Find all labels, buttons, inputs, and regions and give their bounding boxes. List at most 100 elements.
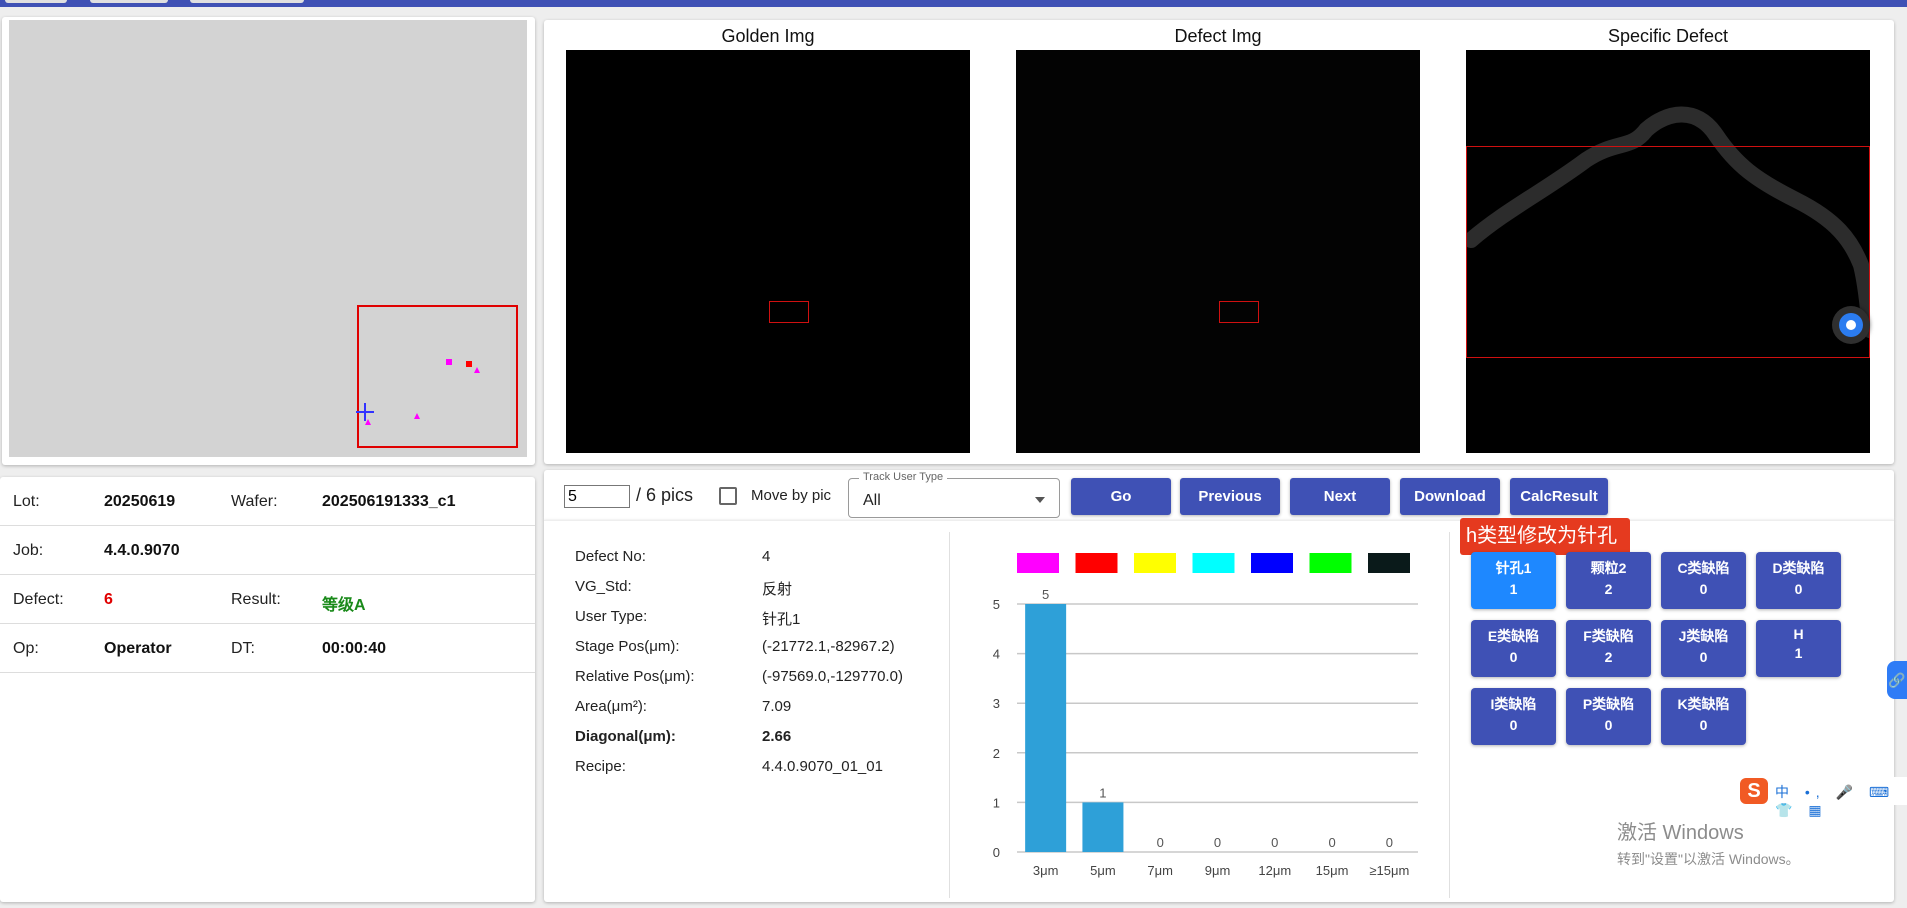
result-label: Result:	[231, 591, 281, 608]
info-row-lot: Lot: 20250619 Wafer: 202506191333_c1	[0, 477, 535, 526]
defect-type-button[interactable]: D类缺陷 0	[1756, 552, 1841, 609]
y-tick-label: 2	[993, 746, 1000, 761]
detail-label: Diagonal(μm):	[575, 728, 676, 745]
detail-label: Recipe:	[575, 758, 626, 775]
wafer-map-panel	[2, 17, 535, 465]
legend-swatch	[1368, 553, 1410, 573]
legend-swatch	[1134, 553, 1176, 573]
move-by-pic-checkbox[interactable]	[719, 487, 737, 505]
detail-label: Stage Pos(μm):	[575, 638, 680, 655]
detail-label: Area(μm²):	[575, 698, 647, 715]
link-side-icon[interactable]: 🔗	[1887, 661, 1907, 699]
y-tick-label: 1	[993, 795, 1000, 810]
defect-type-count: 0	[1794, 581, 1803, 597]
detail-label: VG_Std:	[575, 578, 632, 595]
defect-type-button[interactable]: K类缺陷 0	[1661, 688, 1746, 745]
bar-value-label: 5	[1042, 587, 1049, 602]
defect-type-count: 0	[1509, 717, 1518, 733]
defect-type-count: 2	[1604, 581, 1613, 597]
type-change-tooltip: h类型修改为针孔	[1460, 518, 1630, 555]
defect-type-button[interactable]: J类缺陷 0	[1661, 620, 1746, 677]
wafer-label: Wafer:	[231, 493, 278, 510]
defect-image[interactable]	[1016, 50, 1420, 453]
defect-type-count: 0	[1604, 717, 1613, 733]
detail-value: (-21772.1,-82967.2)	[762, 638, 895, 655]
next-button[interactable]: Next	[1290, 478, 1390, 515]
golden-roi-box	[769, 301, 809, 323]
defect-type-button[interactable]: I类缺陷 0	[1471, 688, 1556, 745]
lot-label: Lot:	[13, 493, 40, 510]
result-value: 等级A	[322, 597, 366, 614]
top-tab-1[interactable]	[5, 0, 67, 3]
detail-value: 2.66	[762, 728, 792, 745]
specific-defect-title: Specific Defect	[1607, 26, 1729, 46]
defect-type-count: 2	[1604, 649, 1613, 665]
download-button[interactable]: Download	[1400, 478, 1500, 515]
defect-type-count: 1	[1509, 581, 1518, 597]
bar-value-label: 0	[1386, 835, 1393, 850]
golden-img-title: Golden Img	[721, 26, 815, 46]
windows-activation-watermark: 激活 Windows 转到"设置"以激活 Windows。	[1617, 816, 1800, 869]
pic-index-input[interactable]	[564, 485, 630, 508]
wafer-map[interactable]	[9, 20, 527, 457]
defect-type-button[interactable]: F类缺陷 2	[1566, 620, 1651, 677]
bar	[1082, 802, 1124, 852]
ime-toolbar[interactable]: S 中 •, 🎤 ⌨ 👕 ▦	[1733, 777, 1907, 818]
detail-label: Relative Pos(μm):	[575, 668, 695, 685]
defect-type-name: H	[1793, 626, 1804, 642]
calcresult-button[interactable]: CalcResult	[1510, 478, 1608, 515]
bar-value-label: 0	[1157, 835, 1164, 850]
defect-type-name: J类缺陷	[1678, 628, 1729, 644]
legend-swatch	[1075, 553, 1118, 573]
go-button[interactable]: Go	[1071, 478, 1171, 515]
defect-type-button[interactable]: E类缺陷 0	[1471, 620, 1556, 677]
previous-button[interactable]: Previous	[1180, 478, 1280, 515]
defect-marker-triangle-magenta[interactable]	[414, 413, 420, 419]
defect-type-name: K类缺陷	[1677, 696, 1730, 712]
track-user-type-select[interactable]: Track User Type All	[848, 471, 1060, 518]
current-position-cross-icon	[356, 403, 374, 421]
defect-type-button[interactable]: P类缺陷 0	[1566, 688, 1651, 745]
defect-type-count: 0	[1699, 649, 1708, 665]
defect-type-name: I类缺陷	[1490, 696, 1537, 712]
top-tab-2[interactable]	[90, 0, 168, 3]
watermark-title: 激活 Windows	[1617, 822, 1744, 844]
defect-type-button[interactable]: 针孔1 1	[1471, 552, 1556, 609]
job-value: 4.4.0.9070	[104, 542, 180, 559]
bar-value-label: 0	[1214, 835, 1221, 850]
wafer-info-panel: Lot: 20250619 Wafer: 202506191333_c1 Job…	[0, 477, 535, 902]
bar-value-label: 1	[1099, 785, 1106, 800]
defect-type-name: F类缺陷	[1583, 628, 1634, 644]
info-row-defect: Defect: 6 Result: 等级A	[0, 575, 535, 624]
legend-swatch	[1192, 553, 1235, 573]
defect-type-button[interactable]: H1	[1756, 620, 1841, 677]
ime-toolbar-items: 中 •, 🎤 ⌨ 👕 ▦	[1775, 784, 1896, 818]
dt-value: 00:00:40	[322, 640, 387, 657]
defect-size-chart: 01234553μm15μm07μm09μm012μm015μm0≥15μm	[993, 553, 1418, 878]
sogou-logo-icon: S	[1740, 778, 1768, 804]
detail-value: 反射	[762, 581, 793, 598]
bar-value-label: 0	[1328, 835, 1335, 850]
defect-type-button[interactable]: 颗粒2 2	[1566, 552, 1651, 609]
chevron-down-icon	[1035, 497, 1045, 503]
top-tab-3[interactable]	[190, 0, 304, 3]
x-tick-label: 3μm	[1033, 863, 1059, 878]
defect-type-count: 0	[1509, 649, 1518, 665]
divider	[1449, 532, 1450, 898]
floating-assist-icon[interactable]	[1832, 306, 1870, 344]
defect-marker-square-magenta[interactable]	[446, 359, 452, 365]
job-label: Job:	[13, 542, 44, 559]
golden-image[interactable]	[566, 50, 970, 453]
specific-defect-image[interactable]	[1466, 50, 1870, 453]
divider	[949, 532, 950, 898]
x-tick-label: 15μm	[1316, 863, 1349, 878]
defect-type-button[interactable]: C类缺陷 0	[1661, 552, 1746, 609]
specific-roi-box	[1466, 146, 1870, 358]
bar	[1025, 604, 1067, 852]
defect-marker-triangle-magenta[interactable]	[474, 367, 480, 373]
defect-marker-square-red[interactable]	[466, 361, 472, 367]
detail-value: 4.4.0.9070_01_01	[762, 758, 883, 775]
defect-roi-box	[1219, 301, 1259, 323]
legend-swatch	[1017, 553, 1059, 573]
top-app-bar	[0, 0, 1907, 7]
